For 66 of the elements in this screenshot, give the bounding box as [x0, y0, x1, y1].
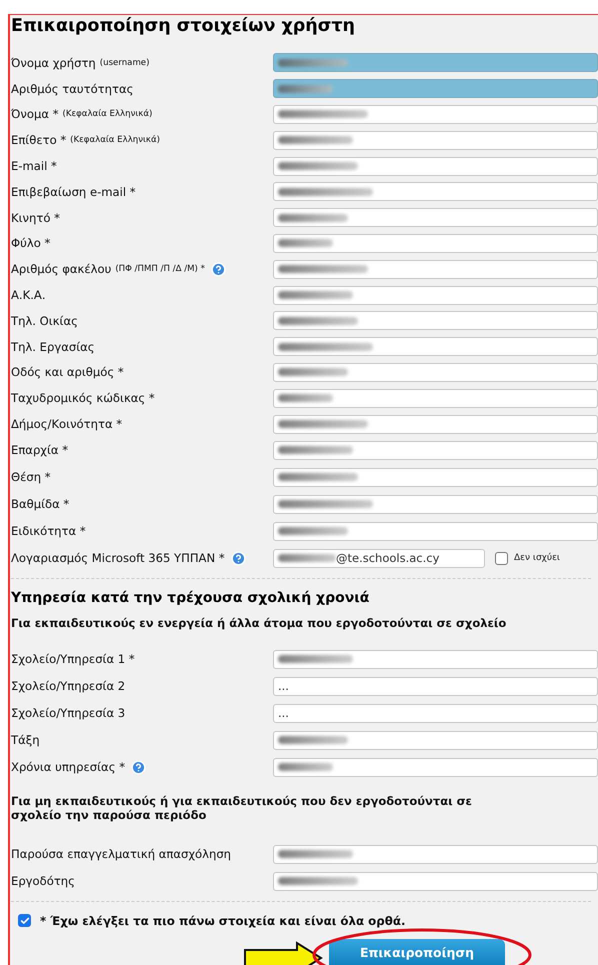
field-label: Ειδικότητα *	[11, 524, 87, 538]
page-title: Επικαιροποίηση στοιχείων χρήστη	[11, 15, 356, 38]
help-icon[interactable]	[210, 262, 226, 277]
field-label: Σχολείο/Υπηρεσία 1 *	[11, 652, 136, 666]
input-field[interactable]: ...	[273, 676, 598, 696]
input-field[interactable]	[273, 182, 598, 202]
field-label: Χρόνια υπηρεσίας *	[11, 760, 273, 775]
input-field[interactable]	[273, 494, 598, 514]
help-icon[interactable]	[131, 760, 146, 775]
field-label: Όνομα χρήστη (username)	[11, 56, 150, 70]
readonly-field[interactable]	[273, 53, 598, 72]
field-label: Αριθμός ταυτότητας	[11, 82, 134, 96]
section-heading: Υπηρεσία κατά την τρέχουσα σχολική χρονιά	[11, 588, 370, 608]
field-label: Εργοδότης	[11, 874, 76, 888]
input-field[interactable]	[273, 208, 598, 228]
help-icon[interactable]	[230, 550, 246, 566]
field-label: Θέση *	[11, 470, 52, 484]
input-field[interactable]: ...	[273, 704, 598, 723]
field-label: Τηλ. Οικίας	[11, 314, 79, 328]
field-label: Παρούσα επαγγελματική απασχόληση	[11, 847, 232, 862]
input-field[interactable]	[273, 650, 598, 669]
group-heading: Για εκπαιδευτικούς εν ενεργεία ή άλλα άτομα που εργοδοτούνται σε σχολείο	[11, 614, 508, 632]
field-label: Τάξη	[11, 733, 41, 748]
input-field[interactable]	[273, 758, 598, 777]
field-label: Δήμος/Κοινότητα *	[11, 417, 124, 432]
field-label: Οδός και αριθμός *	[11, 365, 125, 380]
option-label: Δεν ισχύει	[514, 553, 560, 564]
field-label: Τηλ. Εργασίας	[11, 340, 96, 354]
input-field[interactable]	[273, 104, 598, 124]
input-field[interactable]	[273, 388, 598, 408]
checkbox[interactable]	[18, 914, 31, 928]
input-field[interactable]	[273, 156, 598, 176]
input-field[interactable]	[273, 440, 598, 460]
field-label: Αριθμός φακέλου (ΠΦ /ΠΜΠ /Π /Δ /Μ) *	[11, 262, 273, 277]
input-field[interactable]: @te.schools.ac.cy	[273, 548, 485, 568]
input-field[interactable]	[273, 872, 598, 891]
field-label: Σχολείο/Υπηρεσία 3	[11, 706, 126, 720]
field-label: Φύλο *	[11, 236, 52, 250]
field-label: Όνομα * (Κεφαλαία Ελληνικά)	[11, 107, 154, 122]
input-field[interactable]	[273, 468, 598, 487]
field-label: Επιβεβαίωση e-mail *	[11, 184, 137, 199]
input-field[interactable]	[273, 286, 598, 305]
input-field[interactable]	[273, 260, 598, 279]
input-field[interactable]	[273, 311, 598, 330]
field-label: Α.Κ.Α.	[11, 288, 47, 302]
input-field[interactable]	[273, 844, 598, 864]
field-label: Σχολείο/Υπηρεσία 2	[11, 679, 126, 694]
field-label: Επαρχία *	[11, 443, 70, 458]
checkbox[interactable]	[495, 552, 508, 565]
field-label: E-mail *	[11, 159, 58, 174]
field-label: Κινητό *	[11, 210, 61, 225]
update-button[interactable]: Επικαιροποίηση	[329, 938, 505, 965]
input-field[interactable]	[273, 362, 598, 382]
field-label: Επίθετο * (Κεφαλαία Ελληνικά)	[11, 133, 162, 148]
field-label: Βαθμίδα *	[11, 497, 70, 512]
field-label: Λογαριασμός Microsoft 365 ΥΠΠΑΝ *	[11, 550, 273, 566]
input-field[interactable]	[273, 522, 598, 541]
input-field[interactable]	[273, 730, 598, 750]
readonly-field[interactable]	[273, 79, 598, 98]
input-field[interactable]	[273, 130, 598, 150]
confirmation-label: * Έχω ελέγξει τα πιο πάνω στοιχεία και είναι όλα ορθά.	[40, 914, 406, 928]
input-field[interactable]	[273, 337, 598, 356]
input-field[interactable]	[273, 414, 598, 434]
input-field[interactable]	[273, 234, 598, 253]
group-heading: Για μη εκπαιδευτικούς ή για εκπαιδευτικούς που δεν εργοδοτούνται σε σχολείο την παρούσα περιόδο	[11, 792, 473, 824]
field-label: Ταχυδρομικός κώδικας *	[11, 391, 156, 406]
